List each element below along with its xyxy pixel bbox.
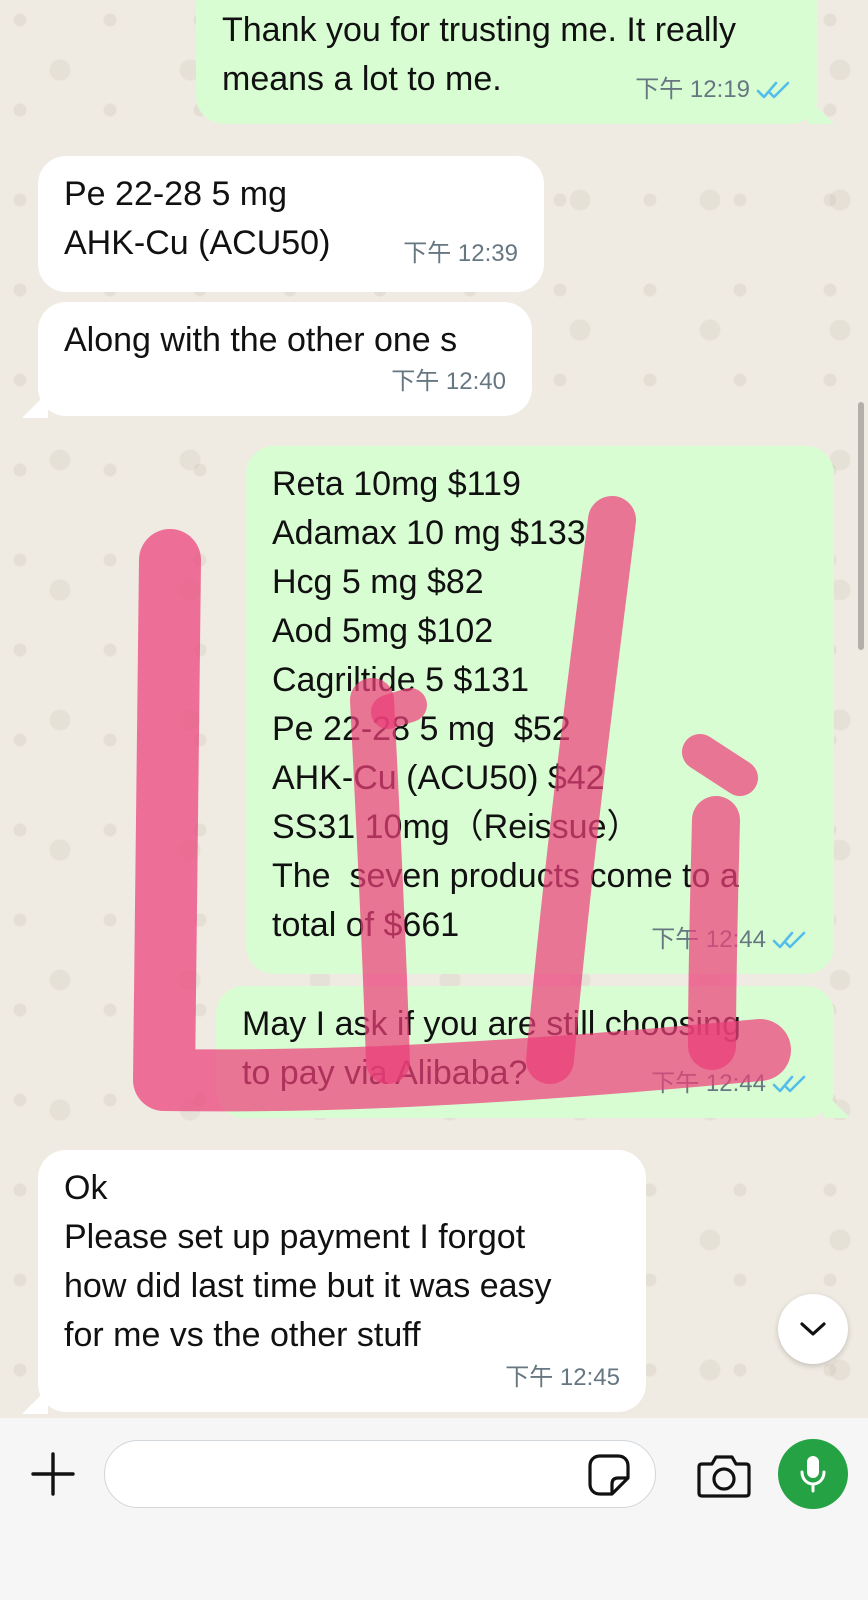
attach-button[interactable] [28,1449,78,1499]
message-line: May I ask if you are still choosing [242,1005,741,1043]
message-meta: 下午 12:44 [651,1059,808,1108]
message-bubble-incoming[interactable]: Pe 22-28 5 mg AHK-Cu (ACU50) 下午 12:39 [38,156,544,292]
message-line: Reta 10mg $119 [272,465,521,503]
message-line: Thank you for trusting me. It really [222,11,736,49]
microphone-icon [800,1456,826,1493]
message-meta: 下午 12:44 [651,915,808,964]
message-line: Cagriltide 5 $131 [272,661,530,699]
message-line: Ok [64,1169,108,1207]
camera-button[interactable] [696,1450,752,1500]
message-bubble-outgoing[interactable]: May I ask if you are still choosing to p… [216,986,834,1118]
message-bubble-outgoing[interactable]: Thank you for trusting me. It really mea… [196,0,818,124]
message-line: Aod 5mg $102 [272,612,494,650]
message-bubble-incoming[interactable]: Ok Please set up payment I forgot how di… [38,1150,646,1412]
message-line: how did last time but it was easy [64,1267,552,1305]
voice-message-button[interactable] [778,1439,848,1509]
sticker-button[interactable] [586,1452,632,1498]
chat-background: Thank you for trusting me. It really mea… [0,0,868,1418]
double-check-icon [772,1075,806,1092]
message-meta: 下午 12:19 [635,65,792,114]
message-line: AHK-Cu (ACU50) $42 [272,759,605,797]
message-line: Hcg 5 mg $82 [272,563,484,601]
message-meta: 下午 12:45 [505,1353,620,1402]
message-time: 下午 12:45 [505,1364,620,1391]
chevron-down-icon [800,1322,826,1336]
scrollbar[interactable] [858,402,864,650]
message-meta: 下午 12:39 [403,229,518,278]
bubble-tail [824,1092,850,1118]
message-line: The seven products come to a [272,857,739,895]
message-line: Pe 22-28 5 mg [64,175,288,213]
message-line: Adamax 10 mg $133 [272,514,586,552]
message-time: 下午 12:44 [651,1070,766,1097]
scroll-to-bottom-button[interactable] [778,1294,848,1364]
message-bubble-incoming[interactable]: Along with the other one s 下午 12:40 [38,302,532,416]
double-check-icon [772,931,806,948]
message-time: 下午 12:40 [391,368,506,395]
message-line: Pe 22-28 5 mg $52 [272,710,571,748]
message-time: 下午 12:44 [651,926,766,953]
camera-icon [697,1455,751,1498]
sticker-icon [588,1454,630,1496]
message-line: SS31 10mg（Reissue） [272,808,641,846]
plus-icon [31,1452,75,1496]
bubble-tail [22,1388,48,1414]
message-time: 下午 12:19 [635,76,750,103]
message-line: Please set up payment I forgot [64,1218,526,1256]
message-input[interactable] [104,1440,656,1508]
double-check-icon [756,81,790,98]
message-time: 下午 12:39 [403,240,518,267]
message-bubble-outgoing[interactable]: Reta 10mg $119 Adamax 10 mg $133 Hcg 5 m… [246,446,834,974]
message-meta: 下午 12:40 [391,357,506,406]
